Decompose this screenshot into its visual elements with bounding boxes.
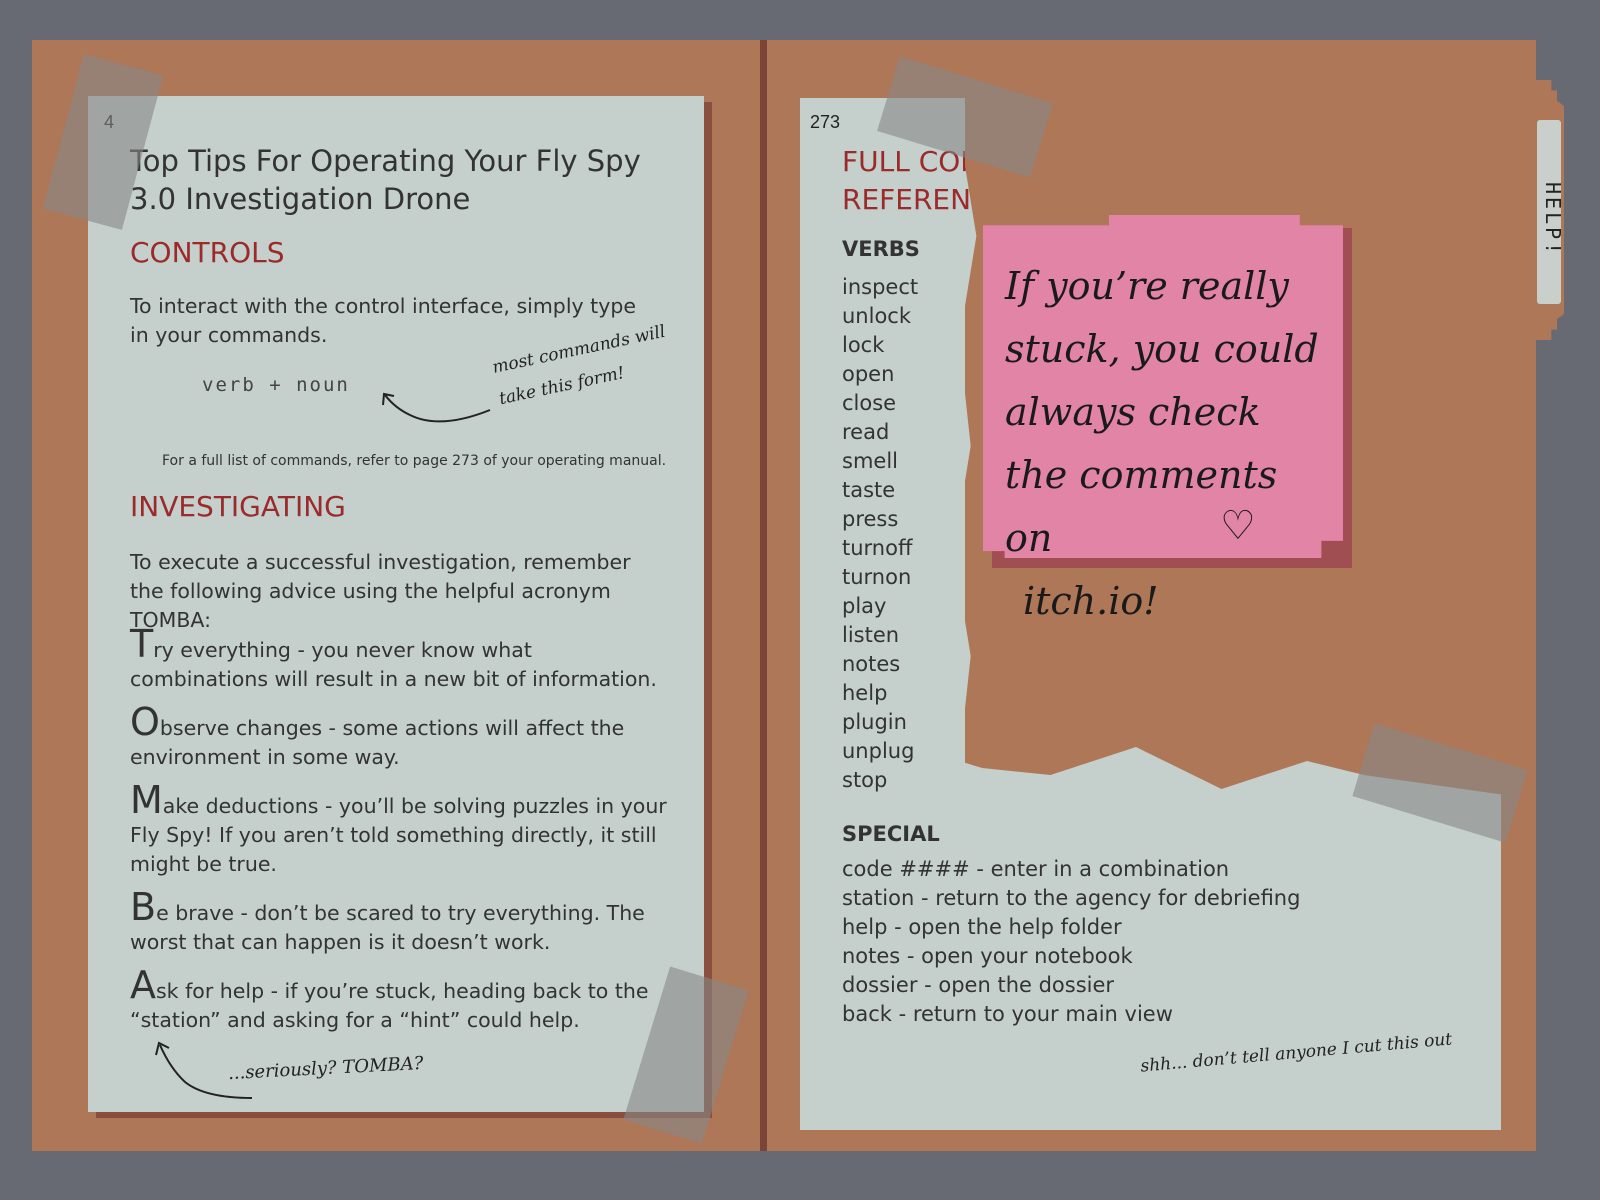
arrow-icon <box>384 394 491 423</box>
arrow-icon <box>159 1044 253 1099</box>
handwritten-arrows <box>155 392 491 1099</box>
